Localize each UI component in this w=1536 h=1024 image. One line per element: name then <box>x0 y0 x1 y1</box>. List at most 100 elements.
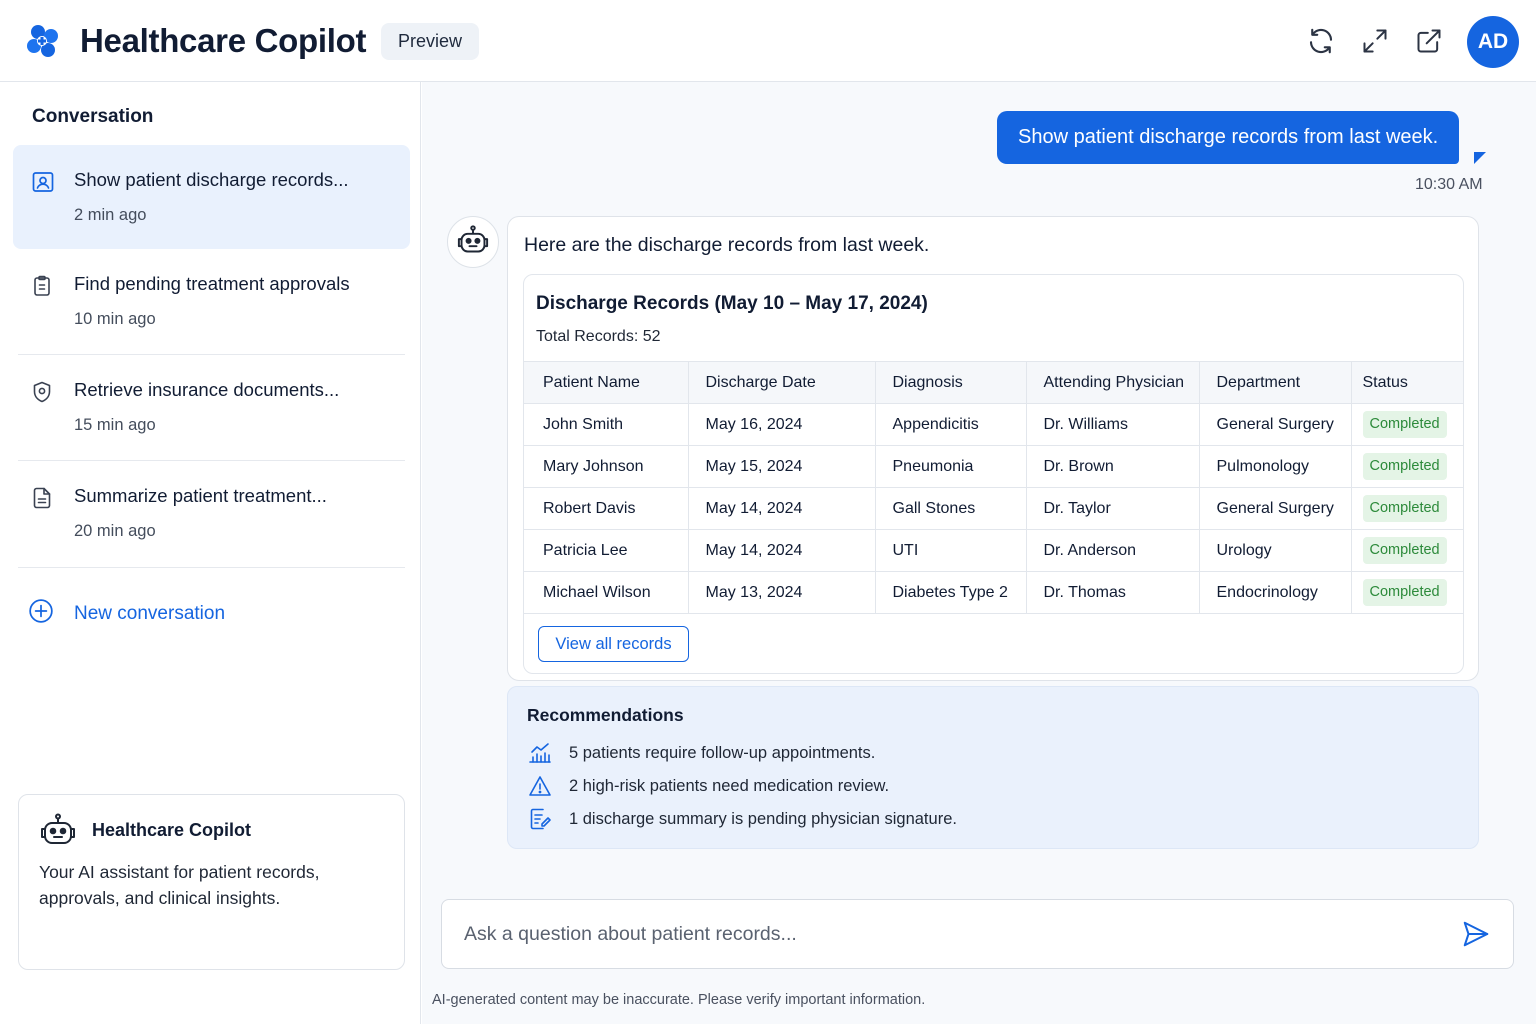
question-input[interactable] <box>442 900 1442 968</box>
cell-department: Endocrinology <box>1198 571 1351 614</box>
conversation-time: 10 min ago <box>74 310 156 328</box>
app-title: Healthcare Copilot <box>80 22 367 59</box>
conversation-item-treatment-approvals[interactable]: Find pending treatment approvals 10 min … <box>18 249 405 355</box>
signature-doc-icon <box>528 807 552 831</box>
status-badge: Completed <box>1362 579 1447 606</box>
cell-physician: Dr. Williams <box>1025 403 1199 446</box>
send-button[interactable] <box>1461 919 1493 951</box>
conversation-item-treatment-summary[interactable]: Summarize patient treatment... 20 min ag… <box>18 461 405 567</box>
bot-message-text: Here are the discharge records from last… <box>524 234 930 256</box>
conversation-item-discharge-records[interactable]: Show patient discharge records... 2 min … <box>13 145 410 249</box>
plus-circle-icon <box>28 598 54 629</box>
recommendation-item: 2 high-risk patients need medication rev… <box>528 773 889 799</box>
table-row[interactable]: John Smith May 16, 2024 Appendicitis Dr.… <box>524 403 1463 446</box>
table-row[interactable]: Patricia Lee May 14, 2024 UTI Dr. Anders… <box>524 529 1463 572</box>
healthcare-logo-icon <box>24 22 64 62</box>
cell-status: Completed <box>1350 445 1463 488</box>
recommendation-text: 2 high-risk patients need medication rev… <box>569 776 890 795</box>
table-row[interactable]: Mary Johnson May 15, 2024 Pneumonia Dr. … <box>524 445 1463 488</box>
robot-icon <box>456 224 490 260</box>
user-message-bubble: Show patient discharge records from last… <box>997 111 1460 164</box>
cell-status: Completed <box>1350 571 1463 614</box>
records-title: Discharge Records (May 10 – May 17, 2024… <box>536 293 928 314</box>
cell-department: Pulmonology <box>1198 445 1351 488</box>
clipboard-icon <box>30 274 54 298</box>
column-header-department[interactable]: Department <box>1198 361 1351 404</box>
cell-department: General Surgery <box>1198 487 1351 530</box>
cell-department: General Surgery <box>1198 403 1351 446</box>
conversation-label: Find pending treatment approvals <box>74 273 350 294</box>
conversation-label: Summarize patient treatment... <box>74 485 327 506</box>
cell-diagnosis: Appendicitis <box>874 403 1026 446</box>
recommendation-item: 5 patients require follow-up appointment… <box>528 740 875 766</box>
conversation-sidebar: Conversation Show patient discharge reco… <box>0 82 421 1024</box>
conversation-time: 2 min ago <box>74 206 147 224</box>
external-link-icon[interactable] <box>1413 25 1445 57</box>
recommendations-card: Recommendations 5 patients require follo… <box>507 686 1479 849</box>
send-icon <box>1461 921 1491 953</box>
status-badge: Completed <box>1362 453 1447 480</box>
cell-status: Completed <box>1350 529 1463 572</box>
sidebar-title: Conversation <box>32 106 154 127</box>
message-timestamp: 10:30 AM <box>1415 176 1483 193</box>
cell-diagnosis: UTI <box>874 529 1026 572</box>
expand-icon[interactable] <box>1359 25 1391 57</box>
cell-patient-name: Mary Johnson <box>524 445 688 488</box>
new-conversation-label: New conversation <box>74 602 226 624</box>
preview-badge: Preview <box>381 23 480 60</box>
status-badge: Completed <box>1362 537 1447 564</box>
view-all-records-button[interactable]: View all records <box>538 626 689 662</box>
shield-icon <box>30 380 54 404</box>
user-message-tail <box>1474 152 1486 164</box>
cell-physician: Dr. Anderson <box>1025 529 1199 572</box>
status-badge: Completed <box>1362 495 1447 522</box>
cell-department: Urology <box>1198 529 1351 572</box>
column-header-diagnosis[interactable]: Diagnosis <box>874 361 1026 404</box>
cell-status: Completed <box>1350 487 1463 530</box>
column-header-attending-physician[interactable]: Attending Physician <box>1025 361 1199 404</box>
cell-diagnosis: Gall Stones <box>874 487 1026 530</box>
column-header-status[interactable]: Status <box>1350 361 1463 404</box>
info-card-title: Healthcare Copilot <box>92 820 252 840</box>
bot-avatar <box>447 216 499 268</box>
warning-icon <box>528 774 552 798</box>
assistant-info-card: Healthcare Copilot Your AI assistant for… <box>18 794 405 970</box>
records-total: Total Records: 52 <box>536 328 661 345</box>
conversation-label: Show patient discharge records... <box>74 169 349 190</box>
column-header-patient-name[interactable]: Patient Name <box>524 361 688 404</box>
recommendation-text: 1 discharge summary is pending physician… <box>569 809 957 828</box>
document-icon <box>30 486 54 510</box>
recommendations-title: Recommendations <box>527 705 684 725</box>
chat-composer <box>441 899 1514 969</box>
conversation-label: Retrieve insurance documents... <box>74 379 340 400</box>
user-avatar[interactable]: AD <box>1467 16 1519 68</box>
cell-discharge-date: May 13, 2024 <box>687 571 875 614</box>
cell-discharge-date: May 15, 2024 <box>687 445 875 488</box>
cell-diagnosis: Diabetes Type 2 <box>874 571 1026 614</box>
cell-patient-name: Michael Wilson <box>524 571 688 614</box>
cell-patient-name: Patricia Lee <box>524 529 688 572</box>
bot-response-card: Here are the discharge records from last… <box>507 216 1479 681</box>
new-conversation-button[interactable]: New conversation <box>28 598 225 629</box>
robot-icon <box>39 813 77 847</box>
status-badge: Completed <box>1362 411 1447 438</box>
table-row[interactable]: Michael Wilson May 13, 2024 Diabetes Typ… <box>524 571 1463 614</box>
ai-disclaimer: AI-generated content may be inaccurate. … <box>432 992 926 1008</box>
cell-patient-name: John Smith <box>524 403 688 446</box>
info-card-description: Your AI assistant for patient records, a… <box>39 862 320 908</box>
column-header-discharge-date[interactable]: Discharge Date <box>687 361 875 404</box>
cell-physician: Dr. Thomas <box>1025 571 1199 614</box>
cell-patient-name: Robert Davis <box>524 487 688 530</box>
refresh-icon[interactable] <box>1305 25 1337 57</box>
conversation-item-insurance-documents[interactable]: Retrieve insurance documents... 15 min a… <box>18 355 405 461</box>
app-header: Healthcare Copilot Preview AD <box>0 0 1536 82</box>
cell-physician: Dr. Brown <box>1025 445 1199 488</box>
conversation-divider <box>18 567 405 568</box>
cell-status: Completed <box>1350 403 1463 446</box>
recommendation-text: 5 patients require follow-up appointment… <box>569 743 876 762</box>
recommendation-item: 1 discharge summary is pending physician… <box>528 806 957 832</box>
chat-panel: Show patient discharge records from last… <box>422 82 1536 1024</box>
cell-discharge-date: May 16, 2024 <box>687 403 875 446</box>
table-row[interactable]: Robert Davis May 14, 2024 Gall Stones Dr… <box>524 487 1463 530</box>
discharge-records-panel: Discharge Records (May 10 – May 17, 2024… <box>523 274 1464 674</box>
